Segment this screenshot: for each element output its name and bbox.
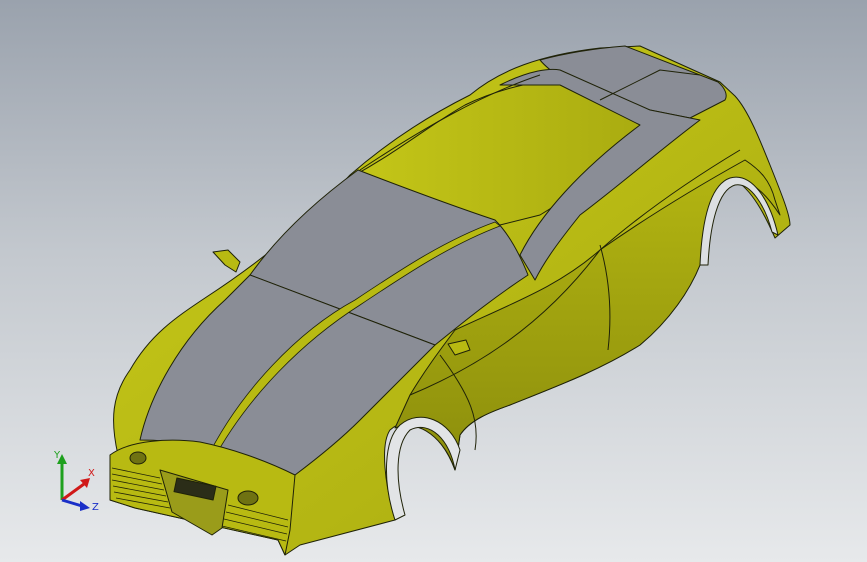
triad-z-arrow bbox=[80, 501, 90, 511]
triad-x-label: X bbox=[88, 468, 95, 479]
right-headlight bbox=[237, 490, 259, 506]
orientation-triad: Y X Z bbox=[53, 450, 99, 513]
front-wheel-arch bbox=[385, 416, 461, 521]
triad-z-label: Z bbox=[92, 502, 99, 513]
left-headlight bbox=[129, 451, 147, 465]
car-body-model[interactable] bbox=[0, 0, 867, 562]
left-side-mirror bbox=[212, 249, 241, 273]
triad-z-axis bbox=[61, 498, 83, 508]
triad-y-label: Y bbox=[53, 450, 61, 461]
triad-x-axis bbox=[61, 482, 85, 502]
graphics-viewport[interactable]: Y X Z bbox=[0, 0, 867, 562]
